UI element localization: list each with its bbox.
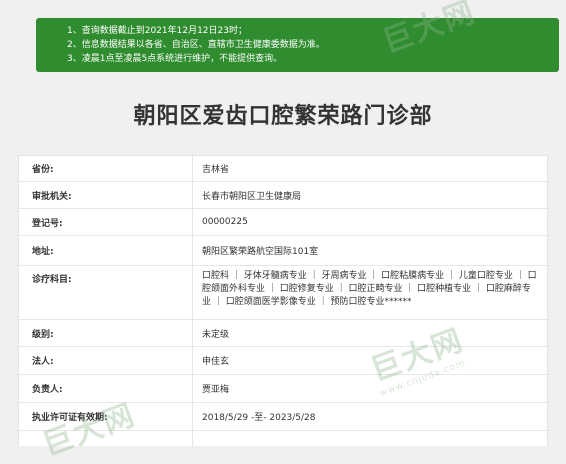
field-value: 未定级 [202, 329, 230, 340]
field-label: 省份: [32, 165, 54, 175]
table-row-departments: 诊疗科目: 口腔科 ｜ 牙体牙髓病专业 ｜ 牙周病专业 ｜ 口腔粘膜病专业 ｜ … [19, 266, 547, 320]
table-row-authority: 审批机关: 长春市朝阳区卫生健康局 [19, 182, 547, 209]
field-value: 贾亚梅 [202, 385, 230, 395]
table-row-person-in-charge: 负责人: 贾亚梅 [19, 375, 547, 403]
table-row-legal-person: 法人: 申佳玄 [19, 347, 547, 375]
field-value: 00000225 [202, 217, 248, 227]
field-label: 执业许可证有效期: [32, 413, 108, 423]
table-row-province: 省份: 吉林省 [19, 156, 547, 182]
table-row-registration: 登记号: 00000225 [19, 209, 547, 236]
notice-line: 1、查询数据截止到2021年12月12日23时； [67, 26, 247, 36]
field-label: 审批机关: [32, 191, 72, 202]
field-value: 朝阳区繁荣路航空国际101室 [202, 247, 319, 257]
field-value: 2018/5/29 -至- 2023/5/28 [202, 413, 316, 423]
field-value: 申佳玄 [202, 357, 230, 367]
table-row-license-validity: 执业许可证有效期: 2018/5/29 -至- 2023/5/28 [19, 403, 547, 431]
table-row-level: 级别: 未定级 [19, 320, 547, 347]
field-label: 负责人: [32, 385, 63, 395]
field-value: 吉林省 [202, 165, 230, 175]
notice-line: 3、凌晨1点至凌晨5点系统进行维护，不能提供查询。 [67, 54, 283, 64]
field-label: 登记号: [32, 218, 63, 229]
field-label: 地址: [32, 247, 54, 257]
notice-line: 2、信息数据结果以各省、自治区、直辖市卫生健康委数据为准。 [67, 40, 325, 50]
notice-banner: 1、查询数据截止到2021年12月12日23时； 2、信息数据结果以各省、自治区… [36, 18, 559, 72]
page-title: 朝阳区爱齿口腔繁荣路门诊部 [133, 104, 433, 129]
field-label: 级别: [32, 329, 54, 340]
table-row-address: 地址: 朝阳区繁荣路航空国际101室 [19, 236, 547, 266]
field-label: 诊疗科目: [32, 275, 72, 285]
field-value: 口腔科 ｜ 牙体牙髓病专业 ｜ 牙周病专业 ｜ 口腔粘膜病专业 ｜ 儿童口腔专业… [202, 271, 537, 307]
field-value: 长春市朝阳区卫生健康局 [202, 191, 302, 202]
info-table: 省份: 吉林省 审批机关: 长春市朝阳区卫生健康局 登记号: 00000225 … [18, 155, 548, 447]
field-label: 法人: [32, 357, 54, 367]
